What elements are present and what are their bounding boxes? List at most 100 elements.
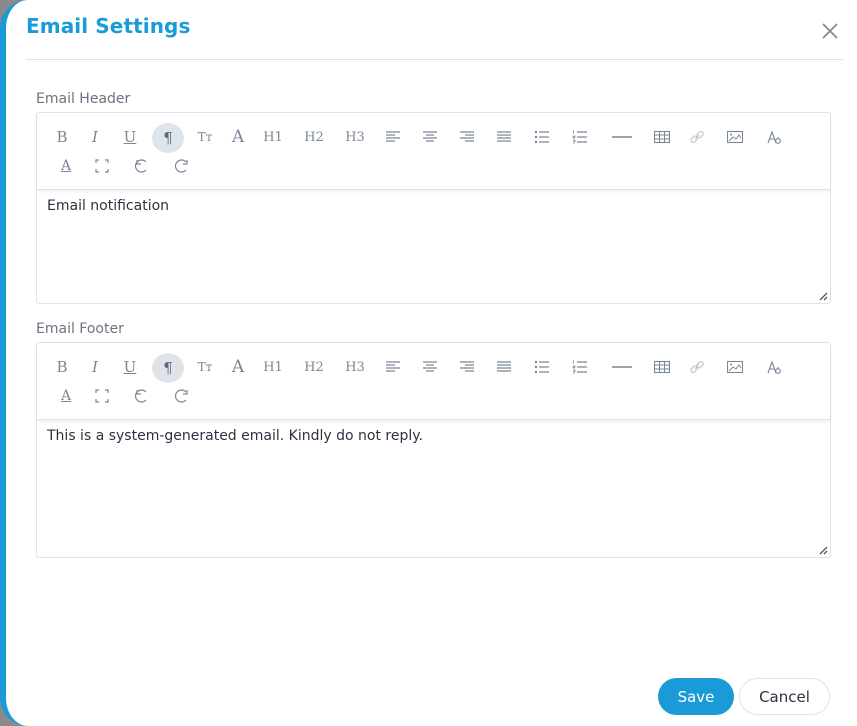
toolbar-align-justify-button[interactable] [489, 123, 519, 151]
font-size-icon: Tт [197, 360, 213, 374]
numbered-list-icon [572, 360, 588, 374]
italic-icon: I [92, 358, 98, 376]
heading-1-icon: H1 [263, 129, 283, 145]
heading-1-icon: H1 [263, 359, 283, 375]
toolbar-underline-button[interactable]: U [115, 353, 145, 381]
cancel-button[interactable]: Cancel [739, 678, 830, 715]
toolbar-redo-button[interactable] [167, 382, 197, 410]
toolbar-font-size-button[interactable]: Tт [190, 353, 220, 381]
toolbar-font-button[interactable]: A [223, 123, 253, 151]
close-button[interactable] [819, 20, 841, 42]
toolbar-text-color-button[interactable] [759, 353, 789, 381]
toolbar-horizontal-rule-button[interactable] [607, 123, 637, 151]
email-header-content[interactable]: Email notification [37, 190, 830, 304]
toolbar-heading-2-button[interactable]: H2 [299, 353, 329, 381]
toolbar-heading-2-button[interactable]: H2 [299, 123, 329, 151]
bold-icon: B [56, 128, 68, 146]
toolbar-paragraph-button[interactable]: ¶ [152, 123, 184, 153]
close-icon [822, 23, 838, 39]
toolbar-italic-button[interactable]: I [80, 123, 110, 151]
redo-icon [174, 388, 190, 404]
dialog-title: Email Settings [26, 14, 191, 38]
toolbar-align-left-button[interactable] [378, 123, 408, 151]
align-left-icon [385, 360, 401, 374]
fullscreen-icon [95, 389, 109, 403]
align-right-icon [459, 130, 475, 144]
underline-icon: U [123, 358, 137, 376]
horizontal-rule-icon [612, 360, 632, 374]
resize-handle-icon[interactable] [818, 545, 828, 555]
toolbar-bullet-list-button[interactable] [527, 353, 557, 381]
toolbar-redo-button[interactable] [167, 152, 197, 180]
toolbar-align-right-button[interactable] [452, 353, 482, 381]
email-footer-toolbar: B I U ¶ Tт A H1 H2 H3 A [37, 343, 830, 420]
align-center-icon [422, 130, 438, 144]
toolbar-italic-button[interactable]: I [80, 353, 110, 381]
table-icon [654, 360, 670, 374]
toolbar-align-center-button[interactable] [415, 123, 445, 151]
toolbar-undo-button[interactable] [127, 382, 157, 410]
toolbar-font-size-button[interactable]: Tт [190, 123, 220, 151]
toolbar-link-button[interactable] [682, 353, 712, 381]
header-divider [26, 59, 843, 60]
align-center-icon [422, 360, 438, 374]
undo-icon [134, 388, 150, 404]
heading-3-icon: H3 [345, 129, 365, 145]
toolbar-horizontal-rule-button[interactable] [607, 353, 637, 381]
background-color-icon: A [60, 158, 72, 174]
heading-2-icon: H2 [304, 129, 324, 145]
toolbar-numbered-list-button[interactable] [565, 123, 595, 151]
toolbar-fullscreen-button[interactable] [87, 382, 117, 410]
save-button[interactable]: Save [658, 678, 734, 715]
toolbar-undo-button[interactable] [127, 152, 157, 180]
link-icon [689, 359, 705, 375]
table-icon [654, 130, 670, 144]
bullet-list-icon [534, 360, 550, 374]
font-size-icon: Tт [197, 130, 213, 144]
fullscreen-icon [95, 159, 109, 173]
email-settings-dialog: Email Settings Email Header B I U ¶ Tт A H1 H2 H… [0, 0, 857, 726]
italic-icon: I [92, 128, 98, 146]
toolbar-text-color-button[interactable] [759, 123, 789, 151]
align-right-icon [459, 360, 475, 374]
toolbar-background-color-button[interactable]: A [51, 152, 81, 180]
toolbar-heading-3-button[interactable]: H3 [340, 123, 370, 151]
align-left-icon [385, 130, 401, 144]
undo-icon [134, 158, 150, 174]
toolbar-heading-1-button[interactable]: H1 [258, 123, 288, 151]
horizontal-rule-icon [612, 130, 632, 144]
heading-3-icon: H3 [345, 359, 365, 375]
toolbar-heading-3-button[interactable]: H3 [340, 353, 370, 381]
toolbar-align-justify-button[interactable] [489, 353, 519, 381]
toolbar-heading-1-button[interactable]: H1 [258, 353, 288, 381]
toolbar-bullet-list-button[interactable] [527, 123, 557, 151]
toolbar-paragraph-button[interactable]: ¶ [152, 353, 184, 383]
toolbar-align-right-button[interactable] [452, 123, 482, 151]
toolbar-background-color-button[interactable]: A [51, 382, 81, 410]
bullet-list-icon [534, 130, 550, 144]
email-header-label: Email Header [36, 91, 131, 107]
toolbar-underline-button[interactable]: U [115, 123, 145, 151]
underline-icon: U [123, 128, 137, 146]
toolbar-numbered-list-button[interactable] [565, 353, 595, 381]
toolbar-font-button[interactable]: A [223, 353, 253, 381]
image-icon [727, 130, 743, 144]
toolbar-table-button[interactable] [647, 353, 677, 381]
resize-handle-icon[interactable] [818, 291, 828, 301]
toolbar-align-center-button[interactable] [415, 353, 445, 381]
paragraph-icon: ¶ [163, 359, 173, 377]
toolbar-fullscreen-button[interactable] [87, 152, 117, 180]
email-footer-editor: B I U ¶ Tт A H1 H2 H3 A This is a system-generate… [36, 342, 831, 558]
image-icon [727, 360, 743, 374]
numbered-list-icon [572, 130, 588, 144]
toolbar-table-button[interactable] [647, 123, 677, 151]
link-icon [689, 129, 705, 145]
font-icon: A [231, 127, 245, 147]
toolbar-bold-button[interactable]: B [47, 353, 77, 381]
toolbar-bold-button[interactable]: B [47, 123, 77, 151]
toolbar-link-button[interactable] [682, 123, 712, 151]
email-footer-content[interactable]: This is a system-generated email. Kindly… [37, 420, 830, 558]
toolbar-image-button[interactable] [720, 353, 750, 381]
toolbar-image-button[interactable] [720, 123, 750, 151]
toolbar-align-left-button[interactable] [378, 353, 408, 381]
